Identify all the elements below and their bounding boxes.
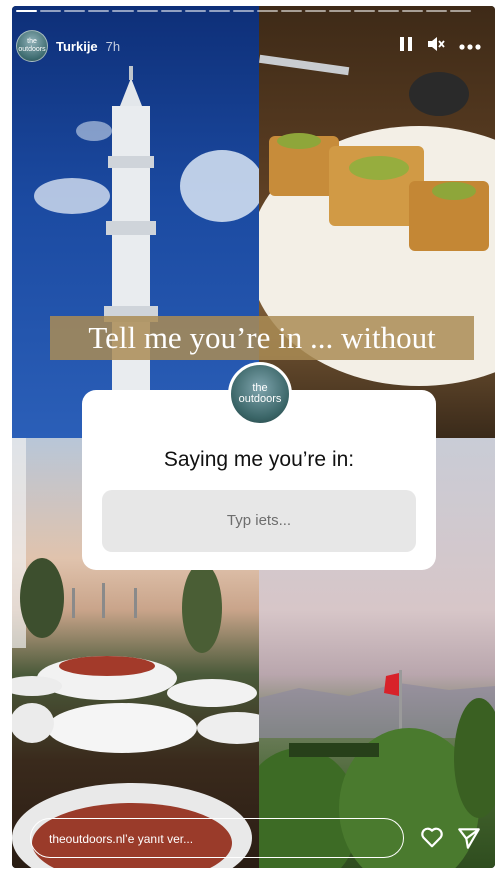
question-sticker-avatar: the outdoors bbox=[228, 362, 292, 426]
progress-segment bbox=[88, 10, 110, 12]
reply-input[interactable]: theoutdoors.nl’e yanıt ver... bbox=[30, 818, 404, 858]
profile-avatar[interactable]: the outdoors bbox=[16, 30, 48, 62]
story-controls bbox=[399, 36, 481, 57]
progress-segment bbox=[40, 10, 62, 12]
progress-segment bbox=[377, 10, 399, 12]
answer-input[interactable]: Typ iets... bbox=[102, 490, 416, 552]
story-header: the outdoors Turkije 7h bbox=[16, 30, 481, 62]
progress-segment bbox=[329, 10, 351, 12]
progress-segment bbox=[112, 10, 134, 12]
progress-segment bbox=[16, 10, 38, 12]
mute-icon[interactable] bbox=[427, 36, 445, 57]
progress-segment bbox=[232, 10, 255, 12]
progress-segment bbox=[449, 10, 472, 12]
story-timestamp: 7h bbox=[105, 38, 121, 54]
story-username[interactable]: Turkije bbox=[56, 39, 98, 54]
progress-segment bbox=[425, 10, 447, 12]
baklava-photo bbox=[259, 6, 495, 438]
progress-segment bbox=[64, 10, 86, 12]
pause-icon[interactable] bbox=[399, 36, 413, 57]
heart-icon[interactable] bbox=[419, 824, 445, 850]
story-progress-bar bbox=[16, 10, 472, 12]
progress-segment bbox=[353, 10, 375, 12]
more-icon[interactable] bbox=[459, 37, 481, 55]
progress-segment bbox=[208, 10, 230, 12]
question-text: Saying me you’re in: bbox=[163, 448, 355, 471]
progress-segment bbox=[401, 10, 423, 12]
progress-segment bbox=[281, 10, 303, 12]
progress-segment bbox=[257, 10, 279, 12]
progress-segment bbox=[184, 10, 206, 12]
send-icon[interactable] bbox=[456, 825, 482, 851]
minaret-photo bbox=[12, 6, 259, 438]
story-text-banner: Tell me you’re in ... without bbox=[50, 316, 474, 360]
progress-segment bbox=[305, 10, 327, 12]
progress-segment bbox=[136, 10, 158, 12]
progress-segment bbox=[160, 10, 182, 12]
